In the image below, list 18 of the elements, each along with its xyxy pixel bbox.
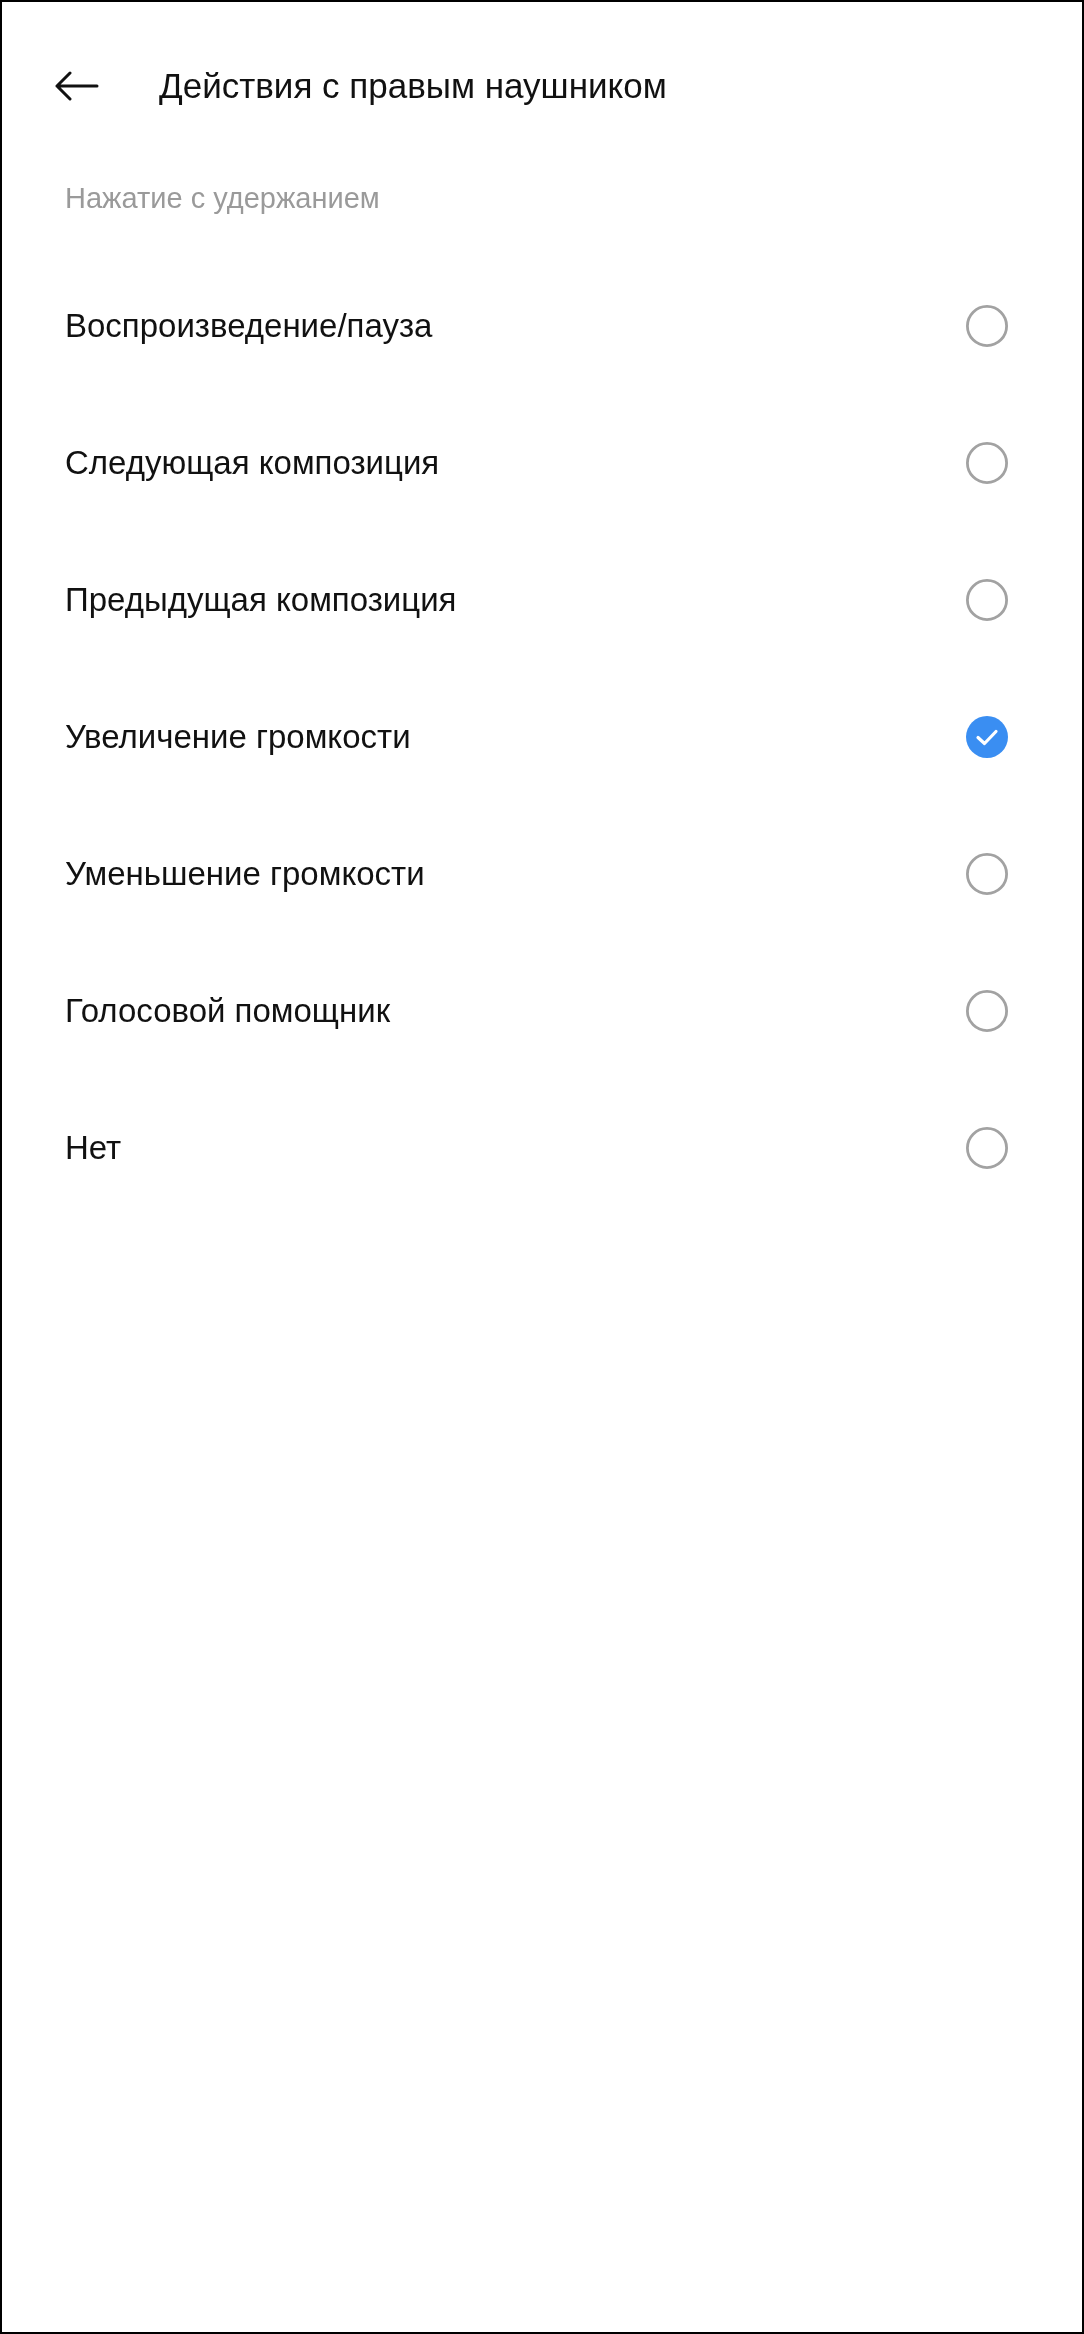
option-label: Предыдущая композиция — [65, 579, 457, 620]
radio-button[interactable] — [966, 852, 1008, 895]
page-title: Действия с правым наушником — [159, 65, 667, 107]
radio-button[interactable] — [966, 441, 1008, 484]
option-label: Следующая композиция — [65, 442, 440, 483]
back-button[interactable] — [54, 70, 100, 102]
radio-button[interactable] — [966, 578, 1008, 621]
option-label: Воспроизведение/пауза — [65, 305, 433, 346]
option-label: Голосовой помощник — [65, 990, 391, 1031]
radio-button[interactable] — [966, 715, 1008, 758]
option-label: Нет — [65, 1127, 122, 1168]
radio-button[interactable] — [966, 304, 1008, 347]
option-label: Увеличение громкости — [65, 716, 411, 757]
option-label: Уменьшение громкости — [65, 853, 425, 894]
radio-button[interactable] — [966, 989, 1008, 1032]
back-icon — [55, 71, 99, 101]
section-label: Нажатие с удержанием — [65, 181, 380, 216]
radio-button[interactable] — [966, 1126, 1008, 1169]
